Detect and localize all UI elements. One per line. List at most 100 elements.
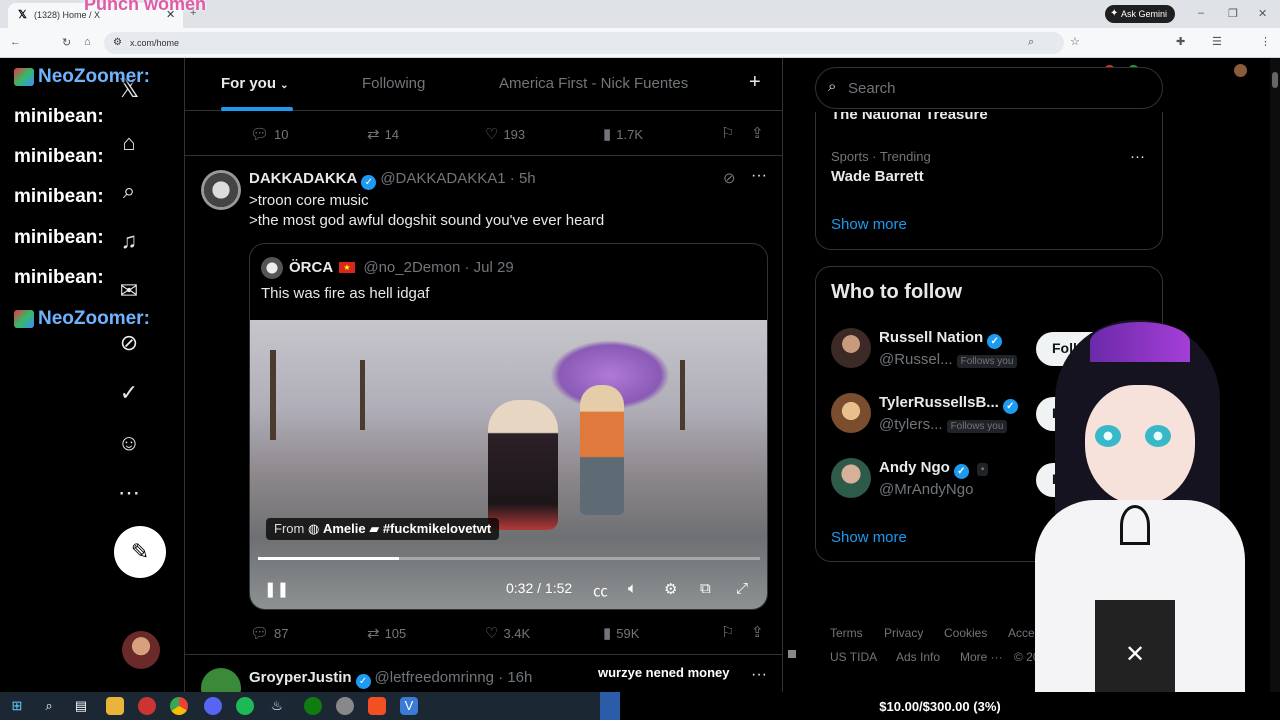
extensions-puzzle-icon[interactable]: ✚ <box>1176 35 1185 48</box>
footer-privacy[interactable]: Privacy <box>884 626 923 640</box>
notifications-icon[interactable]: ♫ <box>114 226 144 256</box>
profile-icon[interactable]: ☺ <box>114 428 144 458</box>
address-bar[interactable]: ⚙ x.com/home <box>104 32 1064 54</box>
tab-list[interactable]: America First - Nick Fuentes <box>499 75 688 92</box>
taskbar-search-icon[interactable]: ⌕ <box>40 697 58 715</box>
footer-region[interactable]: US TIDA <box>830 650 877 664</box>
video-attribution[interactable]: From ◍ Amelie ▰ #fuckmikelovetwt <box>266 518 500 540</box>
app-icon[interactable] <box>138 697 156 715</box>
fullscreen-icon[interactable]: ⤢ <box>736 580 748 597</box>
zoom-icon[interactable]: ⌕ <box>1028 36 1034 49</box>
maximize-icon[interactable]: ❐ <box>1228 7 1238 20</box>
home-icon[interactable]: ⌂ <box>114 128 144 158</box>
share-icon[interactable]: ⇪ <box>751 124 764 142</box>
post-author-handle[interactable]: @DAKKADAKKA1 <box>380 170 505 187</box>
footer-more[interactable]: More ··· <box>960 650 1003 664</box>
footer-cookies[interactable]: Cookies <box>944 626 987 640</box>
reply-button[interactable]: 💬︎ 87 <box>250 624 289 642</box>
profile-avatar[interactable] <box>1234 64 1247 77</box>
suggestion-name[interactable]: Andy Ngo ✓ ▪ <box>879 459 989 479</box>
chrome-icon[interactable] <box>170 697 188 715</box>
task-view-icon[interactable]: ▤ <box>72 697 90 715</box>
menu-dots-icon[interactable]: ⋮ <box>1260 35 1271 48</box>
video-player[interactable]: From ◍ Amelie ▰ #fuckmikelovetwt ❚❚ 0:32… <box>250 320 767 609</box>
share-icon[interactable]: ⇪ <box>751 623 764 641</box>
steam-icon[interactable]: ♨ <box>268 697 286 715</box>
bookmark-icon[interactable]: ⚐ <box>721 124 734 142</box>
show-more-link[interactable]: Show more <box>831 529 907 546</box>
suggestion-name[interactable]: TylerRussellsB... ✓ <box>879 394 1022 414</box>
page-scrollbar[interactable] <box>1270 58 1280 692</box>
who-to-follow-heading: Who to follow <box>831 281 963 303</box>
close-window-icon[interactable]: ✕ <box>1258 7 1267 20</box>
post-more-icon[interactable]: ··· <box>751 167 767 185</box>
suggestion-name[interactable]: Russell Nation ✓ <box>879 329 1006 349</box>
add-tab-icon[interactable]: + <box>749 71 761 94</box>
quoted-post[interactable]: ÖRCA ★ @no_2Demon · Jul 29 This was fire… <box>249 243 768 610</box>
like-button[interactable]: ♡ 193 <box>485 125 525 143</box>
reply-button[interactable]: 💬︎ 10 <box>250 125 289 143</box>
post-time[interactable]: 5h <box>519 170 536 187</box>
bookmark-star-icon[interactable]: ☆ <box>1070 35 1080 48</box>
post-avatar[interactable] <box>201 668 241 692</box>
account-avatar[interactable] <box>122 631 160 669</box>
file-explorer-icon[interactable] <box>106 697 124 715</box>
spotify-icon[interactable] <box>236 697 254 715</box>
tab-for-you[interactable]: For you ⌄ <box>221 75 289 92</box>
post-author-name[interactable]: DAKKADAKKA <box>249 170 357 187</box>
reload-icon[interactable]: ↻ <box>62 36 71 49</box>
like-button[interactable]: ♡ 3.4K <box>485 624 530 642</box>
post-author-handle[interactable]: @letfreedomrinng <box>375 669 494 686</box>
show-more-link[interactable]: Show more <box>831 216 907 233</box>
video-tree <box>270 350 276 440</box>
trend-title-cutoff[interactable]: The National Treasure <box>831 112 988 123</box>
search-icon[interactable]: ⌕ <box>114 176 144 206</box>
home-browser-icon[interactable]: ⌂ <box>84 36 91 48</box>
trend-more-icon[interactable]: ··· <box>1130 148 1145 165</box>
reading-list-icon[interactable]: ☰ <box>1212 35 1222 48</box>
tab-following[interactable]: Following <box>362 75 425 92</box>
back-icon[interactable]: ← <box>10 36 21 48</box>
trend-title[interactable]: Wade Barrett <box>831 168 924 185</box>
grok-icon[interactable]: ⊘ <box>114 328 144 358</box>
more-icon[interactable]: ⋯ <box>114 478 144 508</box>
post-author-name[interactable]: GroyperJustin <box>249 669 352 686</box>
discord-icon[interactable] <box>204 697 222 715</box>
pause-icon[interactable]: ❚❚ <box>264 580 289 598</box>
windows-start-icon[interactable]: ⊞ <box>8 697 26 715</box>
footer-terms[interactable]: Terms <box>830 626 863 640</box>
suggestion-avatar[interactable] <box>831 328 871 368</box>
settings-icon[interactable]: ⚙ <box>664 580 677 598</box>
bookmark-icon[interactable]: ⚐ <box>721 623 734 641</box>
volume-icon[interactable]: 🔈︎ <box>628 580 637 597</box>
repost-button[interactable]: ⇄ 14 <box>367 125 399 143</box>
messages-icon[interactable]: ✉ <box>114 276 144 306</box>
scrollbar-thumb[interactable] <box>1272 72 1278 88</box>
post-avatar[interactable] <box>201 170 241 210</box>
compose-button[interactable]: ✎ <box>114 526 166 578</box>
attribution-avatar-icon: ◍ <box>307 521 320 536</box>
suggestion-avatar[interactable] <box>831 393 871 433</box>
views-button[interactable]: ▮ 1.7K <box>603 125 643 143</box>
site-info-icon[interactable]: ⚙ <box>113 37 122 48</box>
video-progress-bar[interactable] <box>258 557 760 560</box>
post-time[interactable]: 16h <box>507 669 532 686</box>
suggestion-avatar[interactable] <box>831 458 871 498</box>
ask-gemini-button[interactable]: ✦ Ask Gemini <box>1105 5 1175 23</box>
repost-button[interactable]: ⇄ 105 <box>367 624 406 642</box>
xbox-icon[interactable] <box>304 697 322 715</box>
views-button[interactable]: ▮ 59K <box>603 624 639 642</box>
minimize-icon[interactable]: – <box>1198 7 1204 19</box>
brave-icon[interactable] <box>368 697 386 715</box>
captions-icon[interactable]: ㏄ <box>593 580 608 601</box>
chat-username: NeoZoomer: <box>38 66 150 87</box>
footer-ads-info[interactable]: Ads Info <box>896 650 940 664</box>
app-icon[interactable] <box>336 697 354 715</box>
app-icon[interactable]: V <box>400 697 418 715</box>
pip-icon[interactable]: ⧉ <box>700 580 711 597</box>
verified-icon[interactable]: ✓ <box>114 378 144 408</box>
post-more-icon[interactable]: ··· <box>751 666 767 684</box>
timeline: For you ⌄ Following America First - Nick… <box>184 58 783 692</box>
search-input[interactable]: ⌕ Search <box>815 67 1163 109</box>
grok-explain-icon[interactable]: ⊘ <box>723 169 736 187</box>
